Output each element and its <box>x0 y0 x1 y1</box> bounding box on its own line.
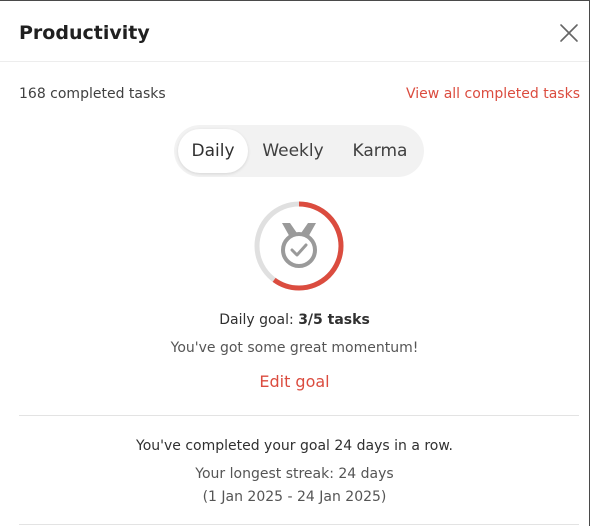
medal-check-icon <box>281 223 317 268</box>
longest-streak-text: Your longest streak: 24 days <box>195 466 394 482</box>
summary-row: 168 completed tasks View all completed t… <box>19 85 580 105</box>
daily-goal-progress-ring <box>252 199 346 293</box>
current-streak-text: You've completed your goal 24 days in a … <box>136 438 453 454</box>
period-tabs: Daily Weekly Karma <box>174 125 424 177</box>
view-all-completed-link[interactable]: View all completed tasks <box>406 85 580 103</box>
tab-karma[interactable]: Karma <box>344 129 416 173</box>
edit-goal-row: Edit goal <box>0 371 589 393</box>
edit-goal-link[interactable]: Edit goal <box>259 372 329 391</box>
daily-goal-value: 3/5 tasks <box>298 312 370 328</box>
close-icon <box>560 24 578 42</box>
section-divider <box>19 415 579 416</box>
tab-weekly[interactable]: Weekly <box>256 129 330 173</box>
bottom-divider <box>19 524 579 525</box>
daily-goal-label: Daily goal: 3/5 tasks <box>0 310 589 330</box>
dialog-title: Productivity <box>19 22 150 44</box>
dialog-header: Productivity <box>0 1 589 62</box>
productivity-dialog: Productivity 168 completed tasks View al… <box>0 0 590 526</box>
longest-streak-range: (1 Jan 2025 - 24 Jan 2025) <box>202 489 387 505</box>
tab-daily[interactable]: Daily <box>178 129 248 173</box>
momentum-message: You've got some great momentum! <box>170 340 419 356</box>
close-button[interactable] <box>556 20 582 46</box>
completed-tasks-count: 168 completed tasks <box>19 86 166 102</box>
daily-goal-prefix: Daily goal: <box>219 312 299 328</box>
